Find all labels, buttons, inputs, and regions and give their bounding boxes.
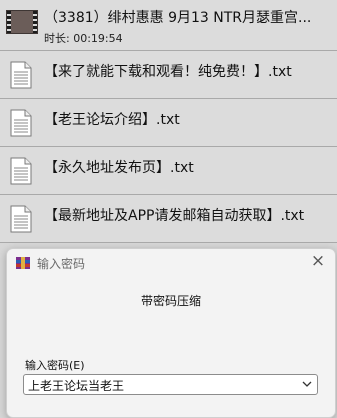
file-name: 【最新地址及APP请发邮箱自动获取】.txt xyxy=(44,208,305,224)
list-item[interactable]: 【来了就能下载和观看！纯免费！】.txt xyxy=(0,51,337,99)
password-combobox[interactable]: 上老王论坛当老王 xyxy=(23,374,318,395)
chevron-down-icon[interactable] xyxy=(301,378,313,390)
list-item[interactable]: 【最新地址及APP请发邮箱自动获取】.txt xyxy=(0,195,337,243)
password-label: 输入密码(E) xyxy=(25,359,85,372)
file-name: 【永久地址发布页】.txt xyxy=(44,160,194,176)
file-name: 【老王论坛介绍】.txt xyxy=(44,112,180,128)
password-dialog: 输入密码 × 带密码压缩 输入密码(E) 上老王论坛当老王 xyxy=(6,248,336,418)
film-icon xyxy=(6,10,38,34)
file-list: （3381）绯村惠惠 9月13 NTR月瑟重宫... 时长: 00:19:54 … xyxy=(0,0,337,243)
password-input[interactable]: 上老王论坛当老王 xyxy=(28,377,124,394)
list-item[interactable]: 【永久地址发布页】.txt xyxy=(0,147,337,195)
video-duration: 时长: 00:19:54 xyxy=(44,32,123,45)
dialog-title: 输入密码 xyxy=(37,257,86,271)
close-icon[interactable]: × xyxy=(309,252,327,270)
winrar-icon xyxy=(16,257,30,269)
document-icon xyxy=(10,157,32,185)
video-title: （3381）绯村惠惠 9月13 NTR月瑟重宫... xyxy=(44,10,312,26)
list-item[interactable]: 【老王论坛介绍】.txt xyxy=(0,99,337,147)
document-icon xyxy=(10,205,32,233)
document-icon xyxy=(10,109,32,137)
file-name: 【来了就能下载和观看！纯免费！】.txt xyxy=(44,64,292,80)
video-item[interactable]: （3381）绯村惠惠 9月13 NTR月瑟重宫... 时长: 00:19:54 xyxy=(0,0,337,51)
document-icon xyxy=(10,61,32,89)
dialog-message: 带密码压缩 xyxy=(140,294,201,308)
